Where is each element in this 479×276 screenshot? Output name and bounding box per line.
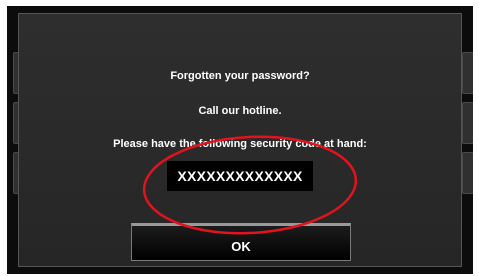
hotline-text: Call our hotline. xyxy=(198,105,282,117)
background-tile xyxy=(462,52,473,94)
security-code-display: XXXXXXXXXXXXX xyxy=(167,161,313,191)
security-code-instruction: Please have the following security code … xyxy=(113,138,367,150)
background-tile xyxy=(462,152,473,194)
dialog-heading: Forgotten your password? xyxy=(170,70,310,82)
background-tile xyxy=(462,102,473,144)
ok-button[interactable]: OK xyxy=(131,223,351,261)
screen: Forgotten your password? Call our hotlin… xyxy=(0,0,479,276)
forgot-password-dialog: Forgotten your password? Call our hotlin… xyxy=(18,13,462,267)
